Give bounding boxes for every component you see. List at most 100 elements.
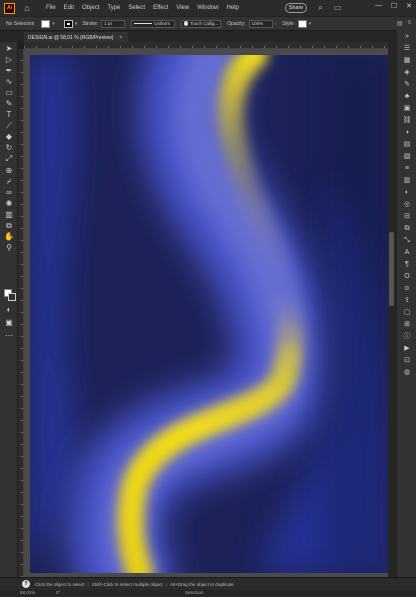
- minimize-icon[interactable]: —: [375, 2, 382, 10]
- panel-dock: » ☰ ▦ ◈ ✎ ♣ ▣ ⛓ ◑ ▤ ▧ ≡ ▥ ◐ ◎ ⊟ ⧉ ⤡ A ¶ …: [396, 30, 416, 582]
- horizontal-ruler[interactable]: [24, 42, 388, 49]
- hand-tool-icon[interactable]: ✋: [4, 232, 14, 242]
- blend-tool-icon[interactable]: ∞: [4, 188, 14, 198]
- stroke-icon[interactable]: ≡: [402, 164, 412, 174]
- stroke-swatch[interactable]: [63, 19, 73, 28]
- variables-icon[interactable]: ⊡: [402, 356, 412, 366]
- align-icon[interactable]: ⊟: [402, 212, 412, 222]
- chevron-down-icon[interactable]: ▾: [52, 21, 55, 27]
- opentype-icon[interactable]: O: [402, 272, 412, 282]
- scale-tool-icon[interactable]: ⤢: [4, 154, 14, 164]
- arrange-documents-icon[interactable]: ▭: [333, 3, 342, 12]
- fill-swatch[interactable]: [41, 19, 51, 28]
- line-tool-icon[interactable]: ⟋: [4, 121, 14, 131]
- top-icon-group: ⌕ ▭: [316, 3, 342, 12]
- appearance-icon[interactable]: ◎: [402, 200, 412, 210]
- swatches-icon[interactable]: ▤: [402, 140, 412, 150]
- menu-edit[interactable]: Edit: [60, 0, 78, 16]
- screen-mode-icon[interactable]: ▣: [4, 318, 14, 328]
- draw-mode-icon[interactable]: ◐: [4, 305, 14, 315]
- glyphs-icon[interactable]: ɑ: [402, 284, 412, 294]
- info-icon[interactable]: ⓘ: [402, 332, 412, 342]
- rotation-field[interactable]: 0°: [56, 590, 72, 596]
- asset-export-icon[interactable]: ⇪: [402, 296, 412, 306]
- color-guide-icon[interactable]: ▧: [402, 152, 412, 162]
- graphic-styles-icon[interactable]: ▣: [402, 104, 412, 114]
- gradient-icon[interactable]: ▥: [402, 176, 412, 186]
- tools-panel: ➤ ▷ ✒ ∿ ▭ ✎ T ⟋ ◆ ↻ ⤢ ⊕ ⌿ ∞ ✺ ▥ ⧉ ✋ ⚲ ◐ …: [0, 42, 18, 582]
- hint-shift-click: Shift+Click to select multiple object: [91, 581, 163, 587]
- libraries-icon[interactable]: ▦: [402, 56, 412, 66]
- image-trace-icon[interactable]: ◍: [402, 368, 412, 378]
- search-icon[interactable]: ⌕: [316, 3, 325, 12]
- artboard[interactable]: [30, 55, 388, 573]
- rotate-tool-icon[interactable]: ↻: [4, 143, 14, 153]
- collapse-panels-icon[interactable]: »: [402, 32, 412, 42]
- menu-bar: Ai ⌂ File Edit Object Type Select Effect…: [0, 0, 416, 16]
- document-tab-bar: DESIGN.ai @ 58,01 % (RGB/Preview) ×: [0, 30, 416, 43]
- scrollbar-thumb[interactable]: [389, 232, 394, 306]
- edit-toolbar-icon[interactable]: ⋯: [4, 331, 14, 341]
- rectangle-tool-icon[interactable]: ▭: [4, 88, 14, 98]
- paintbrush-tool-icon[interactable]: ✎: [4, 99, 14, 109]
- menu-window[interactable]: Window: [193, 0, 222, 16]
- current-tool-readout: Selection: [185, 590, 204, 595]
- opacity-field[interactable]: 100%: [248, 19, 273, 28]
- pathfinder-icon[interactable]: ⧉: [402, 224, 412, 234]
- navigator-icon[interactable]: ⊞: [402, 320, 412, 330]
- selection-tool-icon[interactable]: ➤: [4, 44, 14, 54]
- column-graph-tool-icon[interactable]: ▥: [4, 210, 14, 220]
- brush-definition-dropdown[interactable]: Touch Callig...: [181, 19, 222, 28]
- variable-width-profile-dropdown[interactable]: Uniform: [131, 19, 176, 28]
- menu-effect[interactable]: Effect: [149, 0, 172, 16]
- graphic-style-swatch[interactable]: [297, 19, 307, 28]
- brushes-icon[interactable]: ✎: [402, 80, 412, 90]
- symbols-icon[interactable]: ♣: [402, 92, 412, 102]
- canvas[interactable]: [24, 49, 388, 577]
- chevron-down-icon[interactable]: ▾: [75, 21, 78, 27]
- stroke-weight-field[interactable]: 1 pt: [101, 19, 126, 28]
- properties-icon[interactable]: ☰: [402, 44, 412, 54]
- stroke-label[interactable]: Stroke:: [82, 21, 98, 27]
- close-icon[interactable]: ✕: [406, 2, 412, 10]
- close-tab-icon[interactable]: ×: [119, 35, 122, 41]
- zoom-level-field[interactable]: 58,01%: [20, 590, 36, 596]
- type-tool-icon[interactable]: T: [4, 110, 14, 120]
- artboard-tool-icon[interactable]: ⧉: [4, 221, 14, 231]
- menu-select[interactable]: Select: [124, 0, 149, 16]
- transform-icon[interactable]: ⤡: [402, 236, 412, 246]
- home-icon[interactable]: ⌂: [22, 3, 32, 13]
- vertical-scrollbar[interactable]: [388, 42, 396, 577]
- menu-object[interactable]: Object: [78, 0, 103, 16]
- variable-width-profile-value: Uniform: [154, 21, 170, 26]
- stroke-color-swatch[interactable]: [8, 293, 16, 301]
- direct-selection-tool-icon[interactable]: ▷: [4, 55, 14, 65]
- menu-file[interactable]: File: [42, 0, 60, 16]
- links-icon[interactable]: ⛓: [402, 116, 412, 126]
- opacity-label[interactable]: Opacity:: [227, 21, 245, 27]
- transparency-icon[interactable]: ◐: [402, 188, 412, 198]
- artboards-icon[interactable]: ▢: [402, 308, 412, 318]
- menu-view[interactable]: View: [172, 0, 193, 16]
- chevron-right-icon[interactable]: ›: [275, 21, 277, 27]
- maximize-icon[interactable]: ☐: [391, 2, 397, 10]
- document-setup-icon[interactable]: ▤: [397, 20, 403, 27]
- pen-tool-icon[interactable]: ✒: [4, 66, 14, 76]
- chevron-down-icon[interactable]: ▾: [309, 21, 312, 27]
- zoom-tool-icon[interactable]: ⚲: [4, 243, 14, 253]
- actions-icon[interactable]: ▶: [402, 344, 412, 354]
- menu-help[interactable]: Help: [223, 0, 243, 16]
- character-icon[interactable]: A: [402, 248, 412, 258]
- color-icon[interactable]: ◑: [402, 128, 412, 138]
- eraser-tool-icon[interactable]: ◆: [4, 132, 14, 142]
- eyedropper-tool-icon[interactable]: ⌿: [4, 177, 14, 187]
- layers-icon[interactable]: ◈: [402, 68, 412, 78]
- curvature-tool-icon[interactable]: ∿: [4, 77, 14, 87]
- help-icon[interactable]: ?: [22, 580, 30, 588]
- menu-type[interactable]: Type: [103, 0, 124, 16]
- paragraph-icon[interactable]: ¶: [402, 260, 412, 270]
- shape-builder-tool-icon[interactable]: ⊕: [4, 166, 14, 176]
- symbol-sprayer-tool-icon[interactable]: ✺: [4, 199, 14, 209]
- panel-menu-icon[interactable]: ≡: [407, 20, 411, 27]
- share-button[interactable]: Share: [285, 3, 307, 13]
